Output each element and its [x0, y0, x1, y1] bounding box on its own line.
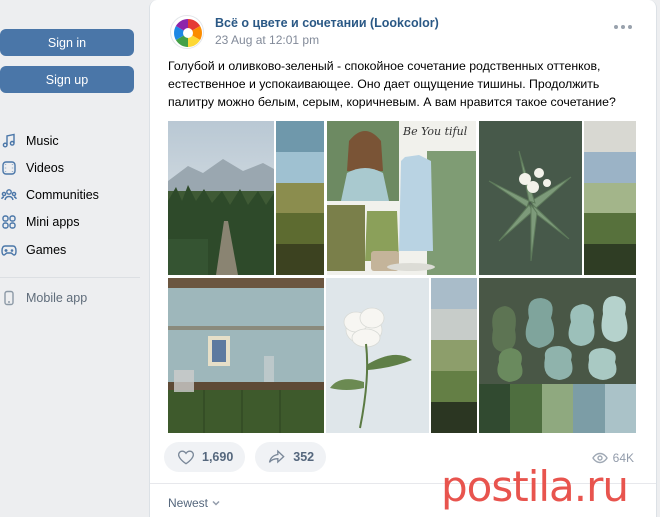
swatch [573, 384, 605, 433]
post-date[interactable]: 23 Aug at 12:01 pm [215, 31, 439, 49]
like-count: 1,690 [202, 450, 234, 464]
like-button[interactable]: 1,690 [164, 442, 246, 472]
post-card: Всё о цвете и сочетании (Lookcolor) 23 A… [149, 0, 657, 517]
mini-apps-icon [0, 213, 18, 231]
collage-caption: Be You tiful [403, 125, 468, 138]
gamepad-icon [0, 241, 18, 259]
swatch [584, 121, 636, 152]
swatch [431, 340, 477, 371]
nav-label-music: Music [26, 134, 59, 148]
palette-swatches-c [431, 278, 477, 433]
photo-kitchen[interactable] [168, 278, 324, 433]
heart-icon [178, 450, 194, 465]
palette-swatches-b [584, 121, 636, 275]
swatch [584, 183, 636, 213]
sort-label: Newest [168, 496, 209, 510]
music-icon [0, 132, 18, 150]
swatch [541, 384, 574, 433]
swatch [584, 213, 636, 244]
photo-succulent[interactable] [479, 121, 582, 275]
nav-label-mini-apps: Mini apps [26, 215, 80, 229]
nav-item-music[interactable]: Music [0, 131, 59, 151]
photo-forest-road[interactable] [168, 121, 274, 275]
share-count: 352 [293, 450, 315, 464]
chevron-down-icon [212, 500, 220, 506]
swatch [604, 384, 636, 433]
post-author-link[interactable]: Всё о цвете и сочетании (Lookcolor) [215, 15, 439, 31]
share-arrow-icon [269, 449, 285, 464]
nav-label-games: Games [26, 243, 67, 257]
nav-item-mobile-app[interactable]: Mobile app [0, 288, 87, 308]
share-button[interactable]: 352 [255, 442, 327, 472]
post-photo-collage[interactable]: Be You tiful [168, 121, 636, 433]
nav-label-videos: Videos [26, 161, 64, 175]
palette-swatches-d [479, 384, 636, 433]
nav-item-games[interactable]: Games [0, 240, 66, 260]
swatch [479, 384, 511, 433]
comments-sort-dropdown[interactable]: Newest [168, 496, 221, 510]
video-icon [0, 159, 18, 177]
swatch [276, 213, 324, 244]
swatch [276, 121, 324, 152]
swatch [276, 152, 324, 183]
swatch [584, 244, 636, 275]
photo-vases[interactable] [479, 278, 636, 433]
communities-icon [0, 186, 18, 204]
sidebar-divider [0, 277, 140, 278]
left-sidebar: Sign in Sign up Music Videos Communities… [0, 0, 148, 517]
photo-peony[interactable] [326, 278, 429, 433]
more-options-icon[interactable] [614, 25, 632, 29]
palette-swatches-a [276, 121, 324, 275]
swatch [431, 402, 477, 433]
nav-item-videos[interactable]: Videos [0, 158, 64, 178]
nav-label-mobile-app: Mobile app [26, 291, 88, 305]
post-text: Голубой и оливково-зеленый - спокойное с… [168, 59, 616, 109]
nav-item-communities[interactable]: Communities [0, 185, 99, 205]
sign-in-button[interactable]: Sign in [0, 29, 134, 56]
swatch [431, 371, 477, 402]
nav-label-communities: Communities [26, 188, 99, 202]
nav-item-mini-apps[interactable]: Mini apps [0, 212, 80, 232]
swatch [510, 384, 542, 433]
swatch [431, 309, 477, 340]
post-actions: 1,690 352 [164, 442, 327, 472]
swatch [276, 244, 324, 275]
swatch [584, 152, 636, 183]
photo-fashion-collage[interactable]: Be You tiful [327, 121, 476, 275]
watermark-logo: postila.ru [441, 462, 629, 511]
sign-up-button[interactable]: Sign up [0, 66, 134, 93]
swatch [431, 278, 477, 309]
post-header: Всё о цвете и сочетании (Lookcolor) 23 A… [170, 14, 439, 50]
swatch [276, 183, 324, 213]
avatar[interactable] [170, 15, 204, 49]
phone-icon [0, 289, 18, 307]
